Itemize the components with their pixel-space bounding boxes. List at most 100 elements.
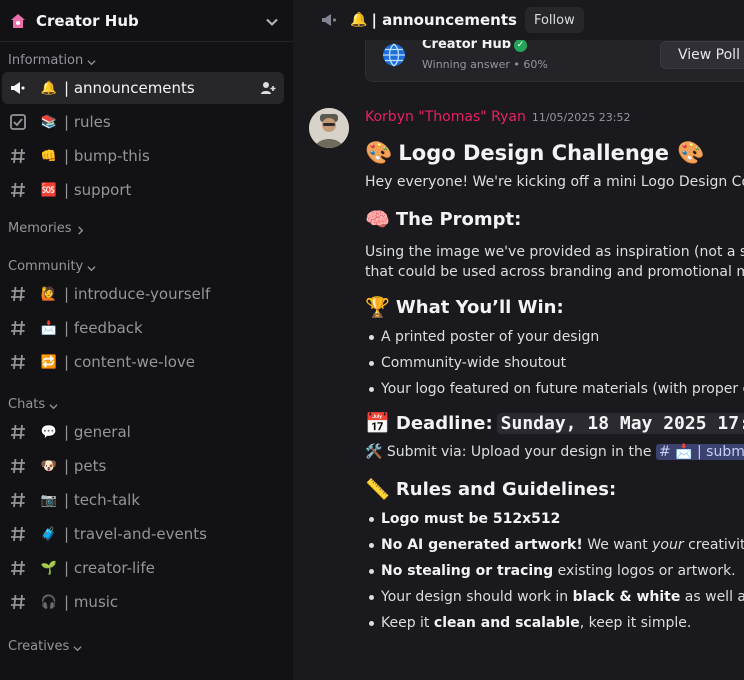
rules-heading: 📏 Rules and Guidelines:: [365, 474, 744, 504]
hash-icon: [8, 422, 28, 442]
channel-emoji: 🐶: [40, 458, 58, 474]
tools-emoji: 🛠️: [365, 444, 383, 460]
channel-announcements[interactable]: 🔔 | announcements: [2, 72, 284, 104]
channel-sidebar: Creator Hub Information 🔔 | announcement…: [0, 0, 293, 680]
megaphone-icon: [8, 78, 28, 98]
hash-icon: [8, 524, 28, 544]
rule-bold: No stealing or tracing: [381, 563, 554, 579]
message-content: 🎨 Logo Design Challenge 🎨 Hey everyone! …: [365, 136, 744, 636]
chevron-down-icon: [87, 262, 96, 271]
list-item: Logo must be 512x512: [365, 506, 744, 532]
prompt-heading-text: The Prompt:: [395, 208, 522, 230]
author-name[interactable]: Korbyn "Thomas" Ryan: [365, 109, 526, 125]
channel-name: | support: [64, 181, 132, 199]
list-item: Your logo featured on future materials (…: [365, 376, 744, 402]
category-information[interactable]: Information: [0, 50, 293, 70]
channel-title: | announcements: [371, 11, 517, 29]
channel-name: | pets: [64, 457, 107, 475]
category-label: Creatives: [8, 638, 70, 654]
rule-text: existing logos or artwork.: [557, 563, 736, 579]
deadline-label: Deadline:: [395, 412, 493, 434]
channel-emoji: 🔁: [40, 354, 58, 370]
ruler-emoji: 📏: [365, 477, 390, 501]
chevron-down-icon: [73, 642, 82, 651]
follow-button[interactable]: Follow: [524, 7, 584, 33]
rule-text: Your design should work in: [381, 589, 569, 605]
channel-music[interactable]: 🎧 | music: [2, 586, 284, 618]
prompt-line-1: Using the image we've provided as inspir…: [365, 244, 744, 260]
message-author[interactable]: Korbyn "Thomas" Ryan 11/05/2025 23:52: [365, 109, 630, 125]
mention-emoji: 📩: [675, 444, 693, 460]
channel-introduce-yourself[interactable]: 🙋 | introduce-yourself: [2, 278, 284, 310]
add-member-icon[interactable]: [260, 80, 276, 96]
channel-emoji: 🆘: [40, 182, 58, 198]
server-header[interactable]: Creator Hub: [0, 0, 293, 42]
deadline-value: Sunday, 18 May 2025 17:59: [496, 412, 744, 434]
hash-icon: #: [658, 444, 671, 460]
check-icon: ✓: [514, 39, 528, 52]
channel-emoji: 🧳: [40, 526, 58, 542]
channel-feedback[interactable]: 📩 | feedback: [2, 312, 284, 344]
win-heading-text: What You’ll Win:: [395, 296, 564, 318]
category-community[interactable]: Community: [0, 256, 293, 276]
rule-bold: Logo must be 512x512: [381, 511, 561, 527]
category-label: Community: [8, 258, 84, 274]
channel-general[interactable]: 💬 | general: [2, 416, 284, 448]
checkbox-icon: [8, 112, 28, 132]
chevron-right-icon: [76, 224, 85, 235]
rule-text: creativity and skill!: [688, 537, 744, 553]
category-creatives[interactable]: Creatives: [0, 636, 293, 656]
category-chats[interactable]: Chats: [0, 394, 293, 414]
channel-name: | rules: [64, 113, 111, 131]
win-list: A printed poster of your design Communit…: [365, 324, 744, 402]
globe-icon: [380, 41, 408, 69]
list-item: Your design should work in black & white…: [365, 584, 744, 610]
view-poll-button[interactable]: View Poll: [660, 41, 744, 69]
rule-bold: black & white: [572, 589, 681, 605]
channel-emoji: 📷: [40, 492, 58, 508]
channel-emoji: 🙋: [40, 286, 58, 302]
channel-header: 🔔 | announcements Follow: [293, 0, 744, 40]
channel-support[interactable]: 🆘 | support: [2, 174, 284, 206]
prompt-line-2: that could be used across branding and p…: [365, 264, 744, 280]
rule-text: as well as color.: [684, 589, 744, 605]
channel-tech-talk[interactable]: 📷 | tech-talk: [2, 484, 284, 516]
rule-bold: clean and scalable: [433, 615, 580, 631]
chevron-down-icon[interactable]: [265, 14, 279, 28]
channel-creator-life[interactable]: 🌱 | creator-life: [2, 552, 284, 584]
message-title: 🎨 Logo Design Challenge 🎨: [365, 136, 744, 170]
channel-name: | general: [64, 423, 131, 441]
avatar[interactable]: [309, 108, 349, 148]
home-icon: [9, 12, 27, 30]
channel-mention[interactable]: # 📩 | submissions: [655, 444, 744, 460]
hash-icon: [8, 592, 28, 612]
channel-name: | creator-life: [64, 559, 155, 577]
hash-icon: [8, 558, 28, 578]
rule-bold: No AI generated artwork!: [381, 537, 583, 553]
channel-name: | feedback: [64, 319, 143, 337]
channel-name: | tech-talk: [64, 491, 141, 509]
channel-travel-and-events[interactable]: 🧳 | travel-and-events: [2, 518, 284, 550]
hash-icon: [8, 318, 28, 338]
list-item: Community-wide shoutout: [365, 350, 744, 376]
channel-name: | music: [64, 593, 119, 611]
channel-bump-this[interactable]: 👊 | bump-this: [2, 140, 284, 172]
hash-icon: [8, 180, 28, 200]
channel-emoji: 📚: [40, 114, 58, 130]
rule-text: We want: [587, 537, 648, 553]
list-item: No stealing or tracing existing logos or…: [365, 558, 744, 584]
rule-text: , keep it simple.: [579, 615, 692, 631]
channel-pets[interactable]: 🐶 | pets: [2, 450, 284, 482]
channel-content-we-love[interactable]: 🔁 | content-we-love: [2, 346, 284, 378]
trophy-emoji: 🏆: [365, 295, 390, 319]
hash-icon: [8, 352, 28, 372]
chevron-down-icon: [87, 56, 96, 65]
channel-name: | announcements: [64, 79, 195, 97]
channel-emoji: 🔔: [40, 80, 58, 96]
category-label: Information: [8, 52, 84, 68]
channel-rules[interactable]: 📚 | rules: [2, 106, 284, 138]
hash-icon: [8, 146, 28, 166]
category-memories[interactable]: Memories: [0, 218, 293, 238]
list-item: No AI generated artwork! We want your cr…: [365, 532, 744, 558]
rules-list: Logo must be 512x512 No AI generated art…: [365, 506, 744, 636]
